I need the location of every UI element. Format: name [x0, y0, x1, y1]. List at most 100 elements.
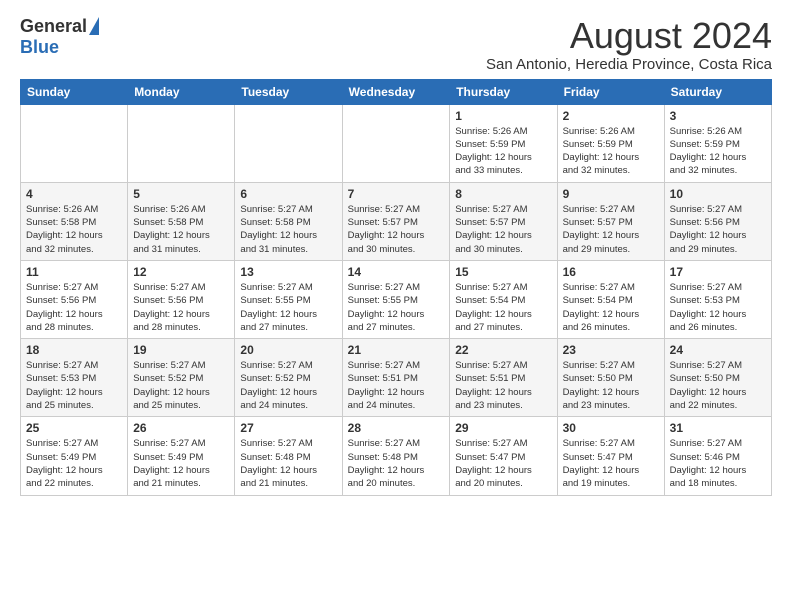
day-number: 25 [26, 421, 122, 435]
day-info: Sunrise: 5:27 AM Sunset: 5:47 PM Dayligh… [455, 437, 551, 490]
table-row: 24 Sunrise: 5:27 AM Sunset: 5:50 PM Dayli… [664, 339, 771, 417]
table-row: 2 Sunrise: 5:26 AM Sunset: 5:59 PM Daylig… [557, 104, 664, 182]
table-row: 6 Sunrise: 5:27 AM Sunset: 5:58 PM Daylig… [235, 182, 342, 260]
table-row: 30 Sunrise: 5:27 AM Sunset: 5:47 PM Dayli… [557, 417, 664, 495]
day-number: 26 [133, 421, 229, 435]
col-friday: Friday [557, 79, 664, 104]
day-info: Sunrise: 5:26 AM Sunset: 5:58 PM Dayligh… [26, 203, 122, 256]
table-row: 27 Sunrise: 5:27 AM Sunset: 5:48 PM Dayli… [235, 417, 342, 495]
day-number: 12 [133, 265, 229, 279]
day-number: 6 [240, 187, 336, 201]
day-info: Sunrise: 5:26 AM Sunset: 5:59 PM Dayligh… [455, 125, 551, 178]
col-thursday: Thursday [450, 79, 557, 104]
day-info: Sunrise: 5:27 AM Sunset: 5:56 PM Dayligh… [26, 281, 122, 334]
day-info: Sunrise: 5:27 AM Sunset: 5:58 PM Dayligh… [240, 203, 336, 256]
month-title: August 2024 [486, 16, 772, 56]
day-info: Sunrise: 5:26 AM Sunset: 5:59 PM Dayligh… [670, 125, 766, 178]
table-row [128, 104, 235, 182]
day-info: Sunrise: 5:27 AM Sunset: 5:53 PM Dayligh… [670, 281, 766, 334]
day-number: 29 [455, 421, 551, 435]
day-info: Sunrise: 5:27 AM Sunset: 5:56 PM Dayligh… [133, 281, 229, 334]
col-sunday: Sunday [21, 79, 128, 104]
day-info: Sunrise: 5:27 AM Sunset: 5:56 PM Dayligh… [670, 203, 766, 256]
table-row: 25 Sunrise: 5:27 AM Sunset: 5:49 PM Dayli… [21, 417, 128, 495]
day-info: Sunrise: 5:27 AM Sunset: 5:52 PM Dayligh… [133, 359, 229, 412]
day-number: 9 [563, 187, 659, 201]
day-number: 1 [455, 109, 551, 123]
day-info: Sunrise: 5:26 AM Sunset: 5:59 PM Dayligh… [563, 125, 659, 178]
day-number: 20 [240, 343, 336, 357]
table-row: 5Sunrise: 5:26 AM Sunset: 5:58 PM Daylig… [128, 182, 235, 260]
day-number: 14 [348, 265, 445, 279]
table-row: 16 Sunrise: 5:27 AM Sunset: 5:54 PM Dayli… [557, 260, 664, 338]
calendar-table: Sunday Monday Tuesday Wednesday Thursday… [20, 79, 772, 496]
calendar-week-row: 1 Sunrise: 5:26 AM Sunset: 5:59 PM Daylig… [21, 104, 772, 182]
table-row: 12 Sunrise: 5:27 AM Sunset: 5:56 PM Dayli… [128, 260, 235, 338]
day-info: Sunrise: 5:27 AM Sunset: 5:49 PM Dayligh… [26, 437, 122, 490]
table-row: 29 Sunrise: 5:27 AM Sunset: 5:47 PM Dayli… [450, 417, 557, 495]
day-info: Sunrise: 5:27 AM Sunset: 5:51 PM Dayligh… [348, 359, 445, 412]
day-info: Sunrise: 5:27 AM Sunset: 5:52 PM Dayligh… [240, 359, 336, 412]
day-number: 17 [670, 265, 766, 279]
logo-general: General [20, 16, 87, 37]
day-number: 7 [348, 187, 445, 201]
table-row: 14 Sunrise: 5:27 AM Sunset: 5:55 PM Dayli… [342, 260, 450, 338]
day-number: 19 [133, 343, 229, 357]
day-number: 30 [563, 421, 659, 435]
day-info: Sunrise: 5:27 AM Sunset: 5:46 PM Dayligh… [670, 437, 766, 490]
table-row: 20 Sunrise: 5:27 AM Sunset: 5:52 PM Dayli… [235, 339, 342, 417]
day-number: 18 [26, 343, 122, 357]
table-row: 28 Sunrise: 5:27 AM Sunset: 5:48 PM Dayli… [342, 417, 450, 495]
day-number: 31 [670, 421, 766, 435]
location-subtitle: San Antonio, Heredia Province, Costa Ric… [486, 56, 772, 73]
day-info: Sunrise: 5:27 AM Sunset: 5:57 PM Dayligh… [455, 203, 551, 256]
day-number: 4 [26, 187, 122, 201]
table-row [342, 104, 450, 182]
page-container: General Blue August 2024 San Antonio, He… [0, 0, 792, 506]
day-info: Sunrise: 5:27 AM Sunset: 5:55 PM Dayligh… [348, 281, 445, 334]
day-info: Sunrise: 5:27 AM Sunset: 5:49 PM Dayligh… [133, 437, 229, 490]
day-info: Sunrise: 5:27 AM Sunset: 5:47 PM Dayligh… [563, 437, 659, 490]
calendar-week-row: 18 Sunrise: 5:27 AM Sunset: 5:53 PM Dayli… [21, 339, 772, 417]
day-number: 10 [670, 187, 766, 201]
day-info: Sunrise: 5:27 AM Sunset: 5:54 PM Dayligh… [455, 281, 551, 334]
day-number: 11 [26, 265, 122, 279]
day-info: Sunrise: 5:27 AM Sunset: 5:57 PM Dayligh… [563, 203, 659, 256]
table-row: 13Sunrise: 5:27 AM Sunset: 5:55 PM Dayli… [235, 260, 342, 338]
calendar-week-row: 11 Sunrise: 5:27 AM Sunset: 5:56 PM Dayli… [21, 260, 772, 338]
day-number: 2 [563, 109, 659, 123]
day-number: 3 [670, 109, 766, 123]
day-info: Sunrise: 5:27 AM Sunset: 5:53 PM Dayligh… [26, 359, 122, 412]
calendar-header-row: Sunday Monday Tuesday Wednesday Thursday… [21, 79, 772, 104]
day-number: 15 [455, 265, 551, 279]
col-wednesday: Wednesday [342, 79, 450, 104]
day-info: Sunrise: 5:27 AM Sunset: 5:50 PM Dayligh… [563, 359, 659, 412]
day-info: Sunrise: 5:27 AM Sunset: 5:50 PM Dayligh… [670, 359, 766, 412]
day-number: 27 [240, 421, 336, 435]
calendar-week-row: 25 Sunrise: 5:27 AM Sunset: 5:49 PM Dayli… [21, 417, 772, 495]
day-info: Sunrise: 5:27 AM Sunset: 5:48 PM Dayligh… [348, 437, 445, 490]
table-row: 9 Sunrise: 5:27 AM Sunset: 5:57 PM Daylig… [557, 182, 664, 260]
day-info: Sunrise: 5:27 AM Sunset: 5:48 PM Dayligh… [240, 437, 336, 490]
day-info: Sunrise: 5:27 AM Sunset: 5:54 PM Dayligh… [563, 281, 659, 334]
title-section: August 2024 San Antonio, Heredia Provinc… [486, 16, 772, 73]
day-info: Sunrise: 5:27 AM Sunset: 5:57 PM Dayligh… [348, 203, 445, 256]
day-number: 28 [348, 421, 445, 435]
day-info: Sunrise: 5:27 AM Sunset: 5:55 PM Dayligh… [240, 281, 336, 334]
table-row: 17 Sunrise: 5:27 AM Sunset: 5:53 PM Dayli… [664, 260, 771, 338]
day-number: 21 [348, 343, 445, 357]
col-monday: Monday [128, 79, 235, 104]
day-number: 16 [563, 265, 659, 279]
table-row: 26 Sunrise: 5:27 AM Sunset: 5:49 PM Dayli… [128, 417, 235, 495]
table-row: 22 Sunrise: 5:27 AM Sunset: 5:51 PM Dayli… [450, 339, 557, 417]
table-row: 7 Sunrise: 5:27 AM Sunset: 5:57 PM Daylig… [342, 182, 450, 260]
table-row: 10 Sunrise: 5:27 AM Sunset: 5:56 PM Dayli… [664, 182, 771, 260]
table-row: 11 Sunrise: 5:27 AM Sunset: 5:56 PM Dayli… [21, 260, 128, 338]
table-row: 21 Sunrise: 5:27 AM Sunset: 5:51 PM Dayli… [342, 339, 450, 417]
table-row: 15 Sunrise: 5:27 AM Sunset: 5:54 PM Dayli… [450, 260, 557, 338]
logo-triangle-icon [89, 17, 99, 35]
day-number: 22 [455, 343, 551, 357]
logo: General Blue [20, 16, 99, 58]
day-info: Sunrise: 5:27 AM Sunset: 5:51 PM Dayligh… [455, 359, 551, 412]
day-number: 24 [670, 343, 766, 357]
